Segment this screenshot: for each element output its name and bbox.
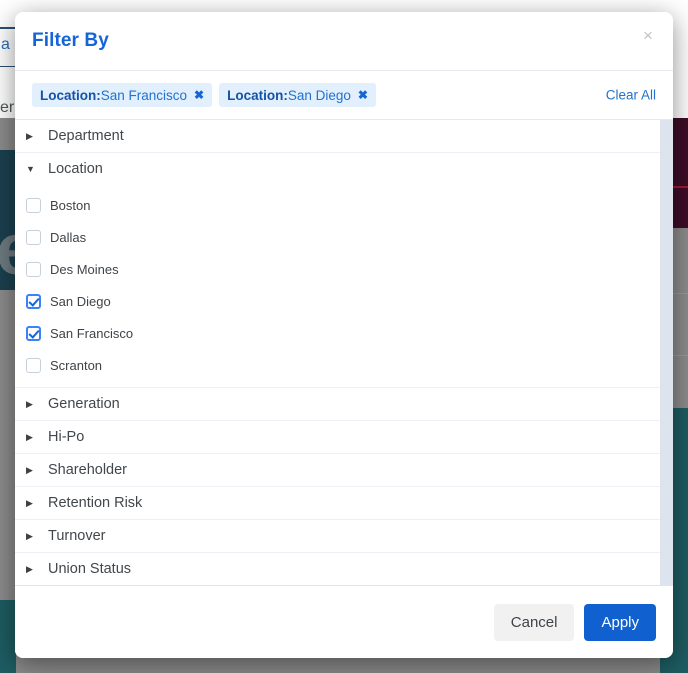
filter-chip-list: Location: San Francisco ✖ Location: San Dieg… [25,83,376,107]
checkbox-scranton[interactable] [26,357,41,373]
filter-groups-scroll-area: ▶ Department ▼ Location Boston Dallas Des Moin… [15,120,660,585]
modal-header: Filter By × [15,12,673,71]
filter-group-label: Department [48,128,124,144]
filter-group-label: Location [48,161,103,177]
vertical-scrollbar-thumb[interactable] [661,120,672,572]
filter-chip[interactable]: Location: San Diego ✖ [219,83,376,107]
filter-chip-key: Location: [40,87,101,103]
vertical-scrollbar-track[interactable] [660,120,673,585]
filter-option-row[interactable]: Scranton [15,349,660,381]
chevron-right-icon: ▶ [26,497,33,508]
filter-group-header-department[interactable]: ▶ Department [15,120,660,152]
filter-option-label: San Francisco [50,325,134,341]
filter-group: ▶ Shareholder [15,454,660,487]
filter-option-label: Scranton [50,357,103,373]
filter-group-label: Union Status [48,561,132,577]
filter-option-label: Boston [50,197,91,213]
filter-option-row[interactable]: Dallas [15,221,660,253]
active-filters-bar: Location: San Francisco ✖ Location: San Dieg… [15,71,673,120]
checkbox-san-francisco[interactable] [26,325,41,341]
filter-option-label: San Diego [50,293,111,309]
filter-group: ▶ Hi-Po [15,421,660,454]
filter-group-label: Shareholder [48,462,127,478]
filter-group-header-union-status[interactable]: ▶ Union Status [15,553,660,585]
filter-chip-key: Location: [227,87,288,103]
filter-group-header-generation[interactable]: ▶ Generation [15,388,660,420]
filter-chip-value: San Francisco [100,87,188,103]
backdrop-rule-second [0,66,16,67]
filter-option-row[interactable]: San Francisco [15,317,660,349]
filter-group: ▶ Department [15,120,660,153]
chevron-right-icon: ▶ [26,464,33,475]
checkbox-boston[interactable] [26,197,41,213]
close-icon[interactable]: × [637,25,659,47]
filter-group-header-location[interactable]: ▼ Location [15,153,660,185]
filter-chip-remove-icon[interactable]: ✖ [194,88,204,102]
checkbox-san-diego[interactable] [26,293,41,309]
chevron-right-icon: ▶ [26,130,33,141]
backdrop-text-a: a [1,36,10,53]
page-title: Filter By [32,30,109,51]
checkbox-des-moines[interactable] [26,261,41,277]
backdrop-text-er: er [0,99,15,116]
chevron-right-icon: ▶ [26,563,33,574]
chevron-right-icon: ▶ [26,398,33,409]
modal-footer: Cancel Apply [15,585,673,658]
backdrop-rule-top [0,27,16,29]
filter-group-header-hi-po[interactable]: ▶ Hi-Po [15,421,660,453]
filter-chip[interactable]: Location: San Francisco ✖ [32,83,213,107]
chevron-right-icon: ▶ [26,530,33,541]
chevron-down-icon: ▼ [26,163,35,174]
filter-group-label: Retention Risk [48,495,143,511]
filter-group-label: Turnover [48,528,106,544]
filter-option-label: Des Moines [50,261,119,277]
filter-option-label: Dallas [50,229,87,245]
filter-group: ▶ Turnover [15,520,660,553]
filter-group: ▼ Location Boston Dallas Des Moines San Diego… [15,153,660,388]
filter-chip-remove-icon[interactable]: ✖ [358,88,368,102]
backdrop-teal-left-lower [0,600,16,673]
filter-group: ▶ Union Status [15,553,660,585]
filter-group-label: Generation [48,396,120,412]
apply-button[interactable]: Apply [584,603,656,641]
filter-groups-panel: ▶ Department ▼ Location Boston Dallas Des Moin… [15,120,673,585]
clear-all-link[interactable]: Clear All [606,88,656,103]
filter-group-header-turnover[interactable]: ▶ Turnover [15,520,660,552]
filter-chip-value: San Diego [287,87,351,103]
filter-option-list: Boston Dallas Des Moines San Diego San Franc… [15,185,660,387]
filter-group: ▶ Generation [15,388,660,421]
filter-option-row[interactable]: Des Moines [15,253,660,285]
filter-by-modal: Filter By × Location: San Francisco ✖ Locat… [15,12,673,658]
filter-option-row[interactable]: San Diego [15,285,660,317]
filter-option-row[interactable]: Boston [15,189,660,221]
filter-group-header-shareholder[interactable]: ▶ Shareholder [15,454,660,486]
checkbox-dallas[interactable] [26,229,41,245]
filter-group-header-retention-risk[interactable]: ▶ Retention Risk [15,487,660,519]
filter-group-label: Hi-Po [48,429,85,445]
chevron-right-icon: ▶ [26,431,33,442]
filter-group: ▶ Retention Risk [15,487,660,520]
cancel-button[interactable]: Cancel [493,603,575,641]
